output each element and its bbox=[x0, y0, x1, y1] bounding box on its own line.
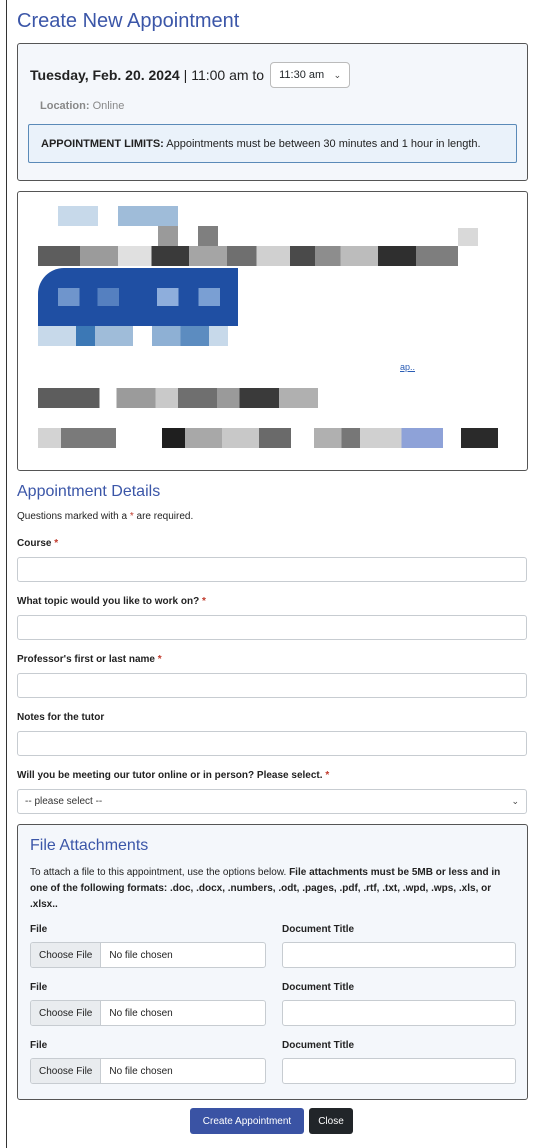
redacted-block bbox=[38, 246, 458, 266]
notes-label-text: Notes for the tutor bbox=[17, 712, 105, 723]
appointment-limits-alert: APPOINTMENT LIMITS: Appointments must be… bbox=[28, 124, 517, 163]
file-status: No file chosen bbox=[109, 949, 173, 961]
redacted-block bbox=[158, 226, 178, 246]
meeting-mode-label-text: Will you be meeting our tutor online or … bbox=[17, 770, 323, 781]
appointment-start-time: | 11:00 am to bbox=[183, 67, 265, 83]
location-value: Online bbox=[92, 100, 125, 112]
redacted-block bbox=[38, 326, 228, 346]
redacted-block bbox=[38, 428, 498, 448]
redacted-block bbox=[118, 206, 178, 226]
location-label: Location: bbox=[40, 100, 90, 112]
appointment-summary-card: Tuesday, Feb. 20. 2024 | 11:00 am to 11:… bbox=[17, 43, 528, 181]
attachments-title: File Attachments bbox=[30, 837, 149, 854]
file-input[interactable]: Choose File No file chosen bbox=[30, 1000, 266, 1026]
document-title-input[interactable] bbox=[282, 1000, 516, 1026]
topic-label: What topic would you like to work on? * bbox=[17, 596, 206, 607]
meeting-mode-value: -- please select -- bbox=[25, 796, 103, 807]
document-title-label: Document Title bbox=[282, 1040, 355, 1051]
end-time-value: 11:30 am bbox=[279, 69, 325, 81]
left-border bbox=[6, 0, 7, 1148]
required-note-prefix: Questions marked with a bbox=[17, 511, 128, 522]
file-label: File bbox=[30, 1040, 48, 1051]
document-title-input[interactable] bbox=[282, 942, 516, 968]
redacted-block bbox=[458, 228, 478, 246]
appointment-date: Tuesday, Feb. 20. 2024 bbox=[30, 67, 180, 83]
file-status: No file chosen bbox=[109, 1007, 173, 1019]
choose-file-button[interactable]: Choose File bbox=[31, 943, 102, 967]
redacted-block bbox=[38, 388, 318, 408]
page-title: Create New Appointment bbox=[17, 10, 240, 32]
redacted-info-card: ap.. bbox=[17, 191, 528, 471]
file-attachments-card: File Attachments To attach a file to thi… bbox=[17, 824, 528, 1100]
choose-file-button[interactable]: Choose File bbox=[31, 1059, 102, 1083]
course-label: Course * bbox=[17, 538, 58, 549]
create-appointment-button[interactable]: Create Appointment bbox=[190, 1108, 304, 1134]
appointment-time-row: Tuesday, Feb. 20. 2024 | 11:00 am to 11:… bbox=[30, 62, 351, 88]
required-note-suffix: are required. bbox=[136, 511, 194, 522]
required-star: * bbox=[202, 596, 206, 607]
meeting-mode-label: Will you be meeting our tutor online or … bbox=[17, 770, 329, 781]
chevron-down-icon: ⌄ bbox=[333, 69, 342, 80]
document-title-input[interactable] bbox=[282, 1058, 516, 1084]
required-star: * bbox=[157, 654, 162, 665]
professor-label-text: Professor's first or last name bbox=[17, 654, 155, 665]
notes-label: Notes for the tutor bbox=[17, 712, 104, 723]
topic-input[interactable] bbox=[17, 615, 527, 640]
notes-input[interactable] bbox=[17, 731, 527, 756]
required-note: Questions marked with a * are required. bbox=[17, 511, 193, 522]
meeting-mode-select[interactable]: -- please select -- ⌄ bbox=[17, 789, 527, 814]
redacted-block bbox=[198, 226, 218, 246]
course-label-text: Course bbox=[17, 538, 52, 549]
document-title-label: Document Title bbox=[282, 982, 355, 993]
required-star: * bbox=[129, 511, 134, 522]
topic-label-text: What topic would you like to work on? bbox=[17, 596, 200, 607]
limits-text: Appointments must be between 30 minutes … bbox=[166, 138, 481, 150]
required-star: * bbox=[325, 770, 330, 781]
professor-label: Professor's first or last name * bbox=[17, 654, 162, 665]
required-star: * bbox=[54, 538, 59, 549]
attachments-desc-plain: To attach a file to this appointment, us… bbox=[30, 867, 287, 878]
file-input[interactable]: Choose File No file chosen bbox=[30, 1058, 266, 1084]
info-link[interactable]: ap.. bbox=[400, 362, 415, 372]
redacted-block bbox=[58, 206, 98, 226]
attachments-description: To attach a file to this appointment, us… bbox=[30, 865, 520, 913]
close-button[interactable]: Close bbox=[309, 1108, 353, 1134]
file-label: File bbox=[30, 924, 48, 935]
document-title-label: Document Title bbox=[282, 924, 355, 935]
limits-label: APPOINTMENT LIMITS: bbox=[41, 138, 164, 150]
end-time-select[interactable]: 11:30 am ⌄ bbox=[270, 62, 351, 88]
file-input[interactable]: Choose File No file chosen bbox=[30, 942, 266, 968]
file-status: No file chosen bbox=[109, 1065, 173, 1077]
chevron-down-icon: ⌄ bbox=[511, 796, 519, 806]
course-input[interactable] bbox=[17, 557, 527, 582]
choose-file-button[interactable]: Choose File bbox=[31, 1001, 102, 1025]
professor-input[interactable] bbox=[17, 673, 527, 698]
file-label: File bbox=[30, 982, 48, 993]
location-row: Location: Online bbox=[40, 100, 124, 112]
details-title: Appointment Details bbox=[17, 483, 161, 500]
redacted-block bbox=[58, 288, 238, 306]
